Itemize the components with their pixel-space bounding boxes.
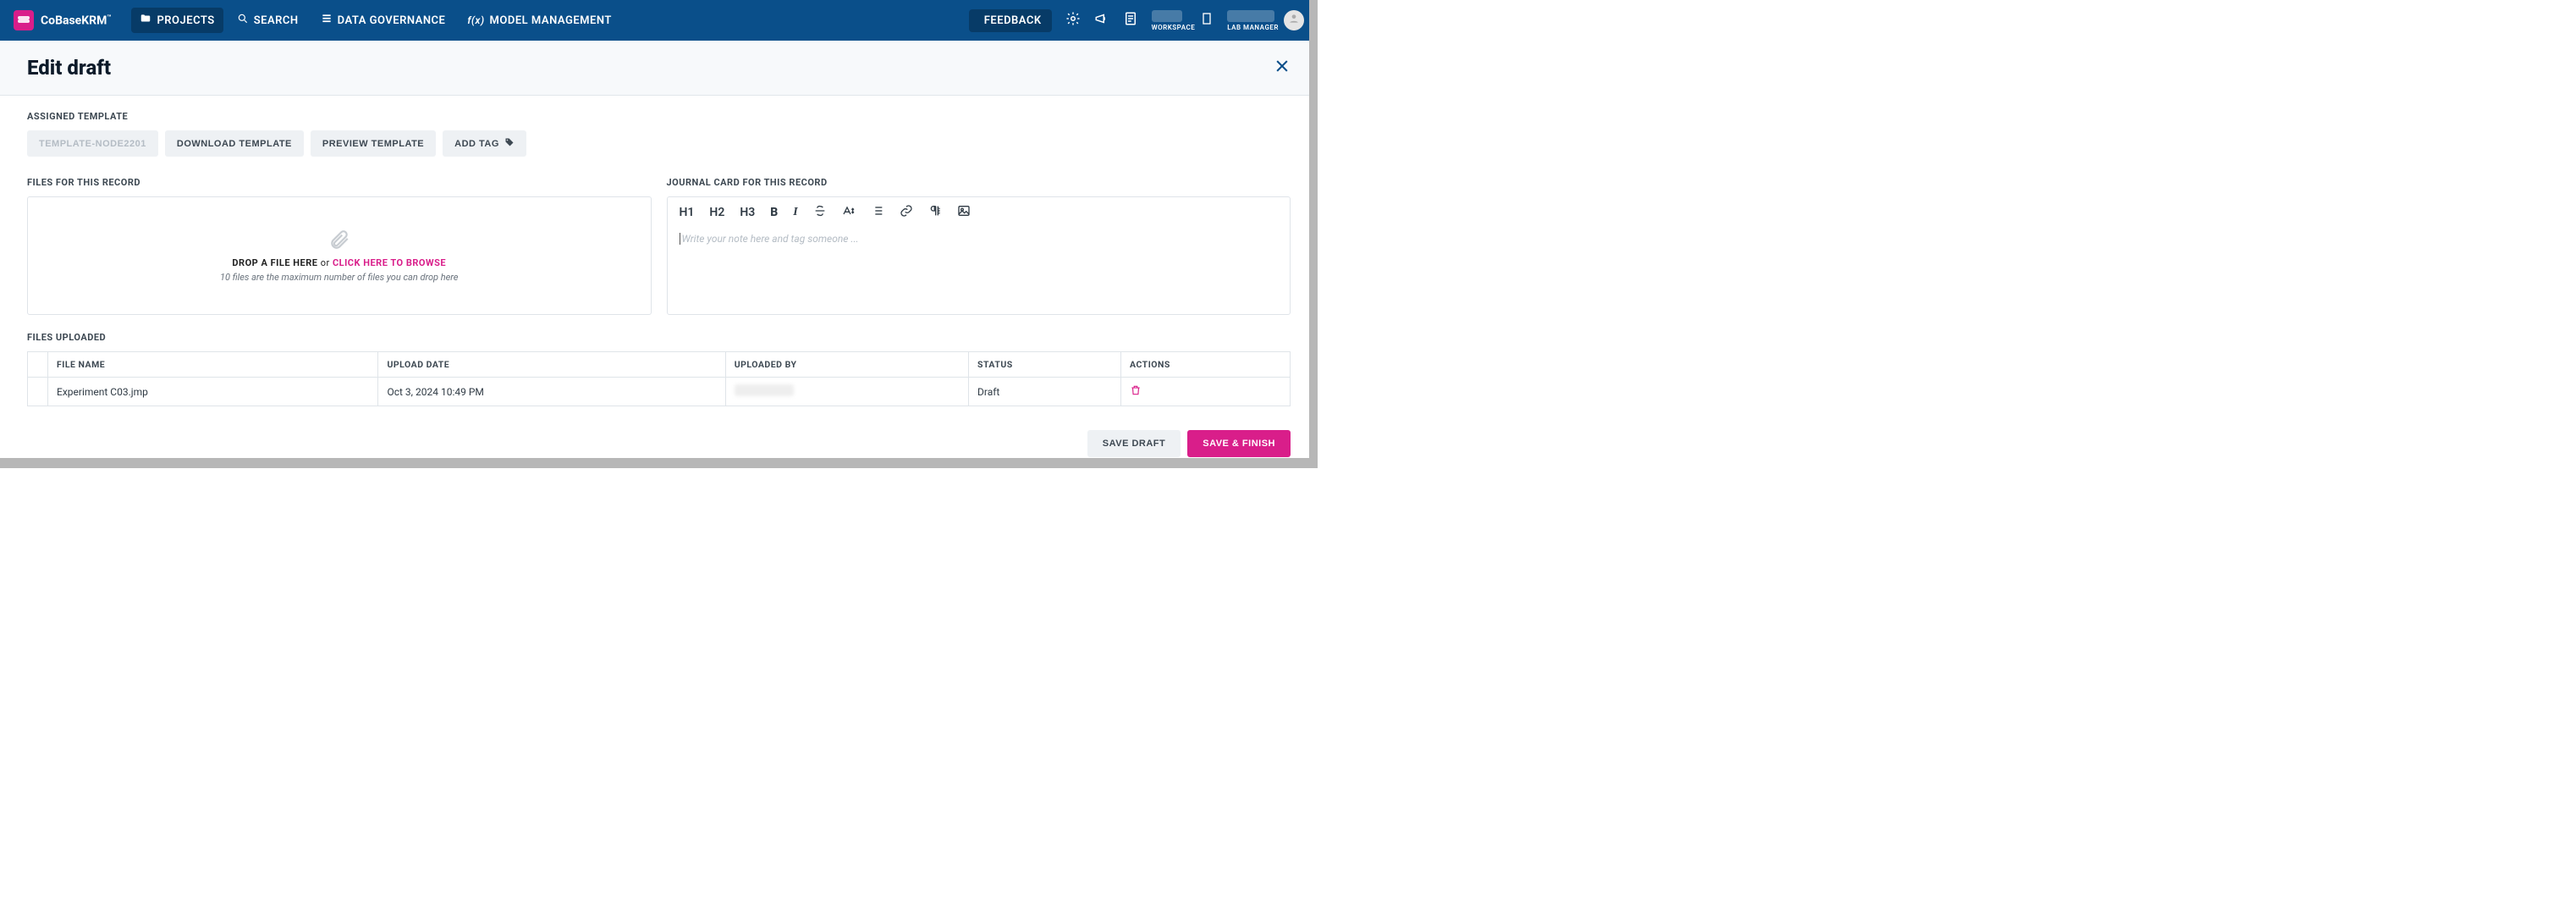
template-name-button: TEMPLATE-NODE2201	[27, 130, 158, 157]
file-drop-zone[interactable]: DROP A FILE HERE or CLICK HERE TO BROWSE…	[27, 196, 652, 315]
save-draft-button[interactable]: SAVE DRAFT	[1087, 430, 1181, 457]
col-uploaded-by[interactable]: UPLOADED BY	[725, 352, 968, 378]
col-checkbox	[28, 352, 48, 378]
cell-actions	[1121, 378, 1291, 406]
drop-zone-text: DROP A FILE HERE or CLICK HERE TO BROWSE	[232, 257, 446, 268]
nav-items: PROJECTS SEARCH DATA GOVERNANCE f(x) MOD…	[131, 8, 619, 33]
close-icon	[1274, 62, 1291, 78]
paragraph-button[interactable]	[928, 204, 942, 221]
col-file-name[interactable]: FILE NAME	[48, 352, 378, 378]
font-size-button[interactable]	[842, 204, 856, 221]
nav-right: FEEDBACK WORKSPACE LAB MANAGER	[969, 9, 1304, 32]
brand-logo-icon	[14, 10, 34, 30]
feedback-button[interactable]: FEEDBACK	[969, 9, 1052, 32]
h2-button[interactable]: H2	[709, 206, 724, 219]
docs-button[interactable]	[1123, 11, 1138, 30]
role-label: LAB MANAGER	[1227, 24, 1279, 31]
close-button[interactable]	[1274, 58, 1291, 78]
page-header: Edit draft	[0, 41, 1318, 96]
user-role-selector[interactable]: LAB MANAGER	[1227, 10, 1304, 31]
link-button[interactable]	[900, 204, 913, 221]
avatar[interactable]	[1284, 10, 1304, 30]
brand[interactable]: CoBaseKRM™	[14, 10, 111, 30]
fx-icon: f(x)	[467, 14, 484, 26]
strikethrough-button[interactable]	[813, 204, 827, 221]
assigned-template-label: ASSIGNED TEMPLATE	[27, 111, 1291, 122]
delete-button[interactable]	[1130, 387, 1142, 399]
building-icon	[1200, 12, 1214, 29]
editor-placeholder: Write your note here and tag someone ...	[680, 233, 859, 245]
megaphone-icon	[1094, 11, 1109, 30]
content: ASSIGNED TEMPLATE TEMPLATE-NODE2201 DOWN…	[0, 96, 1318, 406]
announcements-button[interactable]	[1094, 11, 1109, 30]
cell-uploaded-by	[725, 378, 968, 406]
paragraph-icon	[928, 204, 942, 221]
add-tag-label: ADD TAG	[454, 139, 499, 149]
editor-toolbar: H1 H2 H3 B I	[668, 197, 1291, 228]
tag-icon	[504, 137, 515, 150]
image-button[interactable]	[957, 204, 971, 221]
image-icon	[957, 204, 971, 221]
user-name-redacted	[1227, 10, 1274, 22]
add-tag-button[interactable]: ADD TAG	[443, 130, 526, 157]
italic-button[interactable]: I	[793, 206, 797, 219]
drop-zone-subtext: 10 files are the maximum number of files…	[220, 272, 458, 283]
settings-button[interactable]	[1065, 11, 1081, 30]
doc-icon	[1123, 11, 1138, 30]
folder-icon	[140, 13, 151, 28]
download-template-button[interactable]: DOWNLOAD TEMPLATE	[165, 130, 304, 157]
save-finish-button[interactable]: SAVE & FINISH	[1187, 430, 1291, 457]
nav-search[interactable]: SEARCH	[228, 8, 307, 33]
gear-icon	[1065, 11, 1081, 30]
window-chrome-bottom	[0, 458, 1318, 468]
stack-icon	[321, 13, 333, 28]
journal-section-label: JOURNAL CARD FOR THIS RECORD	[667, 177, 1291, 188]
cell-upload-date: Oct 3, 2024 10:49 PM	[378, 378, 725, 406]
list-icon	[871, 204, 884, 221]
h3-button[interactable]: H3	[740, 206, 755, 219]
workspace-name-redacted	[1152, 10, 1182, 22]
files-uploaded-label: FILES UPLOADED	[27, 332, 1291, 343]
nav-label: MODEL MANAGEMENT	[490, 14, 612, 27]
row-checkbox[interactable]	[28, 378, 48, 406]
h1-button[interactable]: H1	[680, 206, 695, 219]
page-title: Edit draft	[27, 56, 111, 80]
cell-file-name: Experiment C03.jmp	[48, 378, 378, 406]
trash-icon	[1130, 387, 1142, 399]
nav-label: SEARCH	[254, 14, 299, 27]
link-icon	[900, 204, 913, 221]
bold-button[interactable]: B	[770, 206, 778, 219]
nav-label: DATA GOVERNANCE	[338, 14, 446, 27]
table-row[interactable]: Experiment C03.jmp Oct 3, 2024 10:49 PM …	[28, 378, 1291, 406]
search-icon	[237, 13, 249, 28]
col-status[interactable]: STATUS	[969, 352, 1121, 378]
nav-data-governance[interactable]: DATA GOVERNANCE	[312, 8, 454, 33]
uploaded-by-redacted	[735, 384, 794, 396]
journal-editor: H1 H2 H3 B I Write your note here and ta…	[667, 196, 1291, 315]
workspace-label: WORKSPACE	[1152, 24, 1196, 31]
editor-textarea[interactable]: Write your note here and tag someone ...	[668, 228, 1291, 314]
paperclip-icon	[328, 229, 350, 254]
list-button[interactable]	[871, 204, 884, 221]
files-section-label: FILES FOR THIS RECORD	[27, 177, 652, 188]
strikethrough-icon	[813, 204, 827, 221]
col-actions: ACTIONS	[1121, 352, 1291, 378]
feedback-label: FEEDBACK	[984, 14, 1042, 27]
workspace-selector[interactable]: WORKSPACE	[1152, 10, 1214, 31]
browse-link[interactable]: CLICK HERE TO BROWSE	[333, 257, 446, 268]
cell-status: Draft	[969, 378, 1121, 406]
preview-template-button[interactable]: PREVIEW TEMPLATE	[311, 130, 436, 157]
nav-projects[interactable]: PROJECTS	[131, 8, 223, 33]
files-table: FILE NAME UPLOAD DATE UPLOADED BY STATUS…	[27, 351, 1291, 406]
top-nav: CoBaseKRM™ PROJECTS SEARCH DATA GOVERNAN…	[0, 0, 1318, 41]
col-upload-date[interactable]: UPLOAD DATE	[378, 352, 725, 378]
font-size-icon	[842, 204, 856, 221]
nav-label: PROJECTS	[157, 14, 214, 27]
nav-model-management[interactable]: f(x) MODEL MANAGEMENT	[459, 8, 620, 33]
brand-name: CoBaseKRM™	[41, 14, 111, 28]
person-icon	[1288, 13, 1300, 28]
template-buttons: TEMPLATE-NODE2201 DOWNLOAD TEMPLATE PREV…	[27, 130, 1291, 157]
window-scrollbar[interactable]	[1309, 0, 1318, 468]
